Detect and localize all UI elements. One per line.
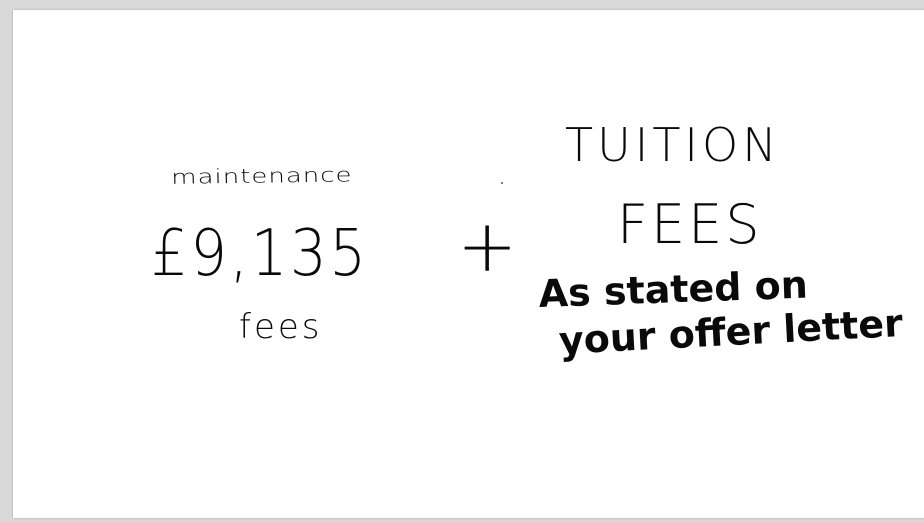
stated-on-text: As stated on bbox=[537, 262, 809, 316]
tuition-label: TUITION bbox=[565, 118, 781, 172]
whiteboard-canvas: maintenance £9,135 fees + TUITION FEES A… bbox=[13, 10, 924, 518]
fees-label-left: fees bbox=[239, 307, 323, 347]
plus-sign: + bbox=[457, 204, 518, 288]
stray-dot bbox=[501, 182, 503, 184]
maintenance-label: maintenance bbox=[170, 164, 353, 189]
maintenance-amount: £9,135 bbox=[151, 217, 369, 291]
whiteboard-window: maintenance £9,135 fees + TUITION FEES A… bbox=[0, 0, 924, 522]
fees-label-right: FEES bbox=[617, 193, 763, 256]
